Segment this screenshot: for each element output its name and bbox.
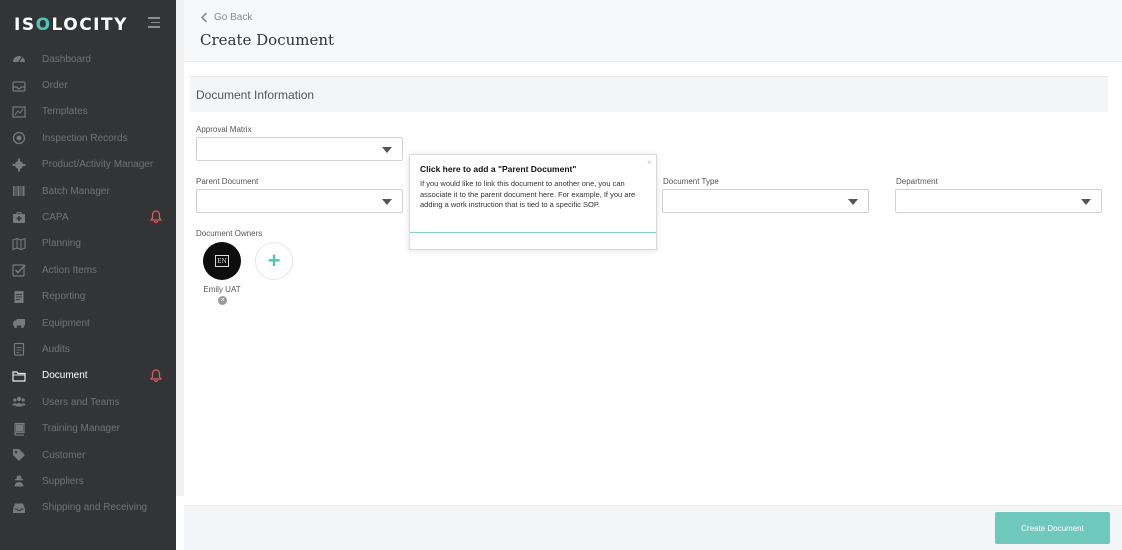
sidebar-item-equipment[interactable]: Equipment (0, 310, 176, 336)
sidebar-item-label: Customer (42, 449, 86, 461)
sidebar-item-label: Dashboard (42, 53, 91, 65)
sidebar-item-document[interactable]: Document (0, 363, 176, 389)
bell-alert-icon[interactable] (149, 210, 163, 224)
barcode-icon (12, 184, 26, 198)
sidebar-item-label: Batch Manager (42, 185, 110, 197)
sidebar-item-customer[interactable]: Customer (0, 442, 176, 468)
sidebar-item-label: Suppliers (42, 475, 84, 487)
sidebar-item-suppliers[interactable]: Suppliers (0, 468, 176, 494)
sidebar-item-label: CAPA (42, 212, 69, 224)
avatar-initials: EN (215, 255, 229, 267)
close-icon[interactable]: × (647, 158, 652, 167)
map-icon (12, 237, 26, 251)
sidebar: ISOLOCITY Dashboard Order Templates Insp… (0, 0, 176, 550)
approval-matrix-select[interactable] (196, 137, 403, 161)
report-icon (12, 290, 26, 304)
brand-logo[interactable]: ISOLOCITY (14, 13, 128, 37)
sidebar-item-label: Users and Teams (42, 396, 120, 408)
sidebar-scrollbar[interactable] (176, 0, 184, 496)
go-back-label: Go Back (214, 12, 253, 23)
create-document-button[interactable]: Create Document (995, 512, 1110, 544)
page-header: Go Back Create Document (184, 0, 1122, 62)
owner-name: Emily UAT (203, 285, 241, 294)
page-footer (184, 505, 1122, 550)
tooltip-body: If you would like to link this document … (420, 179, 636, 209)
caret-down-icon (1081, 199, 1091, 205)
sidebar-item-action-items[interactable]: Action Items (0, 257, 176, 283)
checkbox-icon (12, 263, 26, 277)
parent-document-label: Parent Document (196, 177, 259, 186)
tray-icon (12, 501, 26, 515)
plus-icon: + (267, 248, 281, 273)
sidebar-item-label: Action Items (42, 264, 98, 276)
sidebar-item-templates[interactable]: Templates (0, 99, 176, 125)
parent-document-select[interactable] (196, 189, 403, 213)
inbox-icon (12, 79, 26, 93)
sidebar-item-label: Reporting (42, 291, 86, 303)
dashboard-icon (12, 52, 26, 66)
sidebar-item-label: Document (42, 370, 88, 382)
menu-toggle-icon[interactable] (148, 17, 160, 29)
sidebar-item-capa[interactable]: CAPA (0, 204, 176, 230)
brand-prefix: IS (14, 15, 36, 35)
folder-icon (12, 369, 26, 383)
sidebar-item-label: Product/Activity Manager (42, 159, 154, 171)
tooltip-title: Click here to add a "Parent Document" (420, 164, 577, 174)
gear-icon (12, 158, 26, 172)
approval-matrix-label: Approval Matrix (196, 125, 252, 134)
sidebar-item-label: Planning (42, 238, 81, 250)
sidebar-item-order[interactable]: Order (0, 72, 176, 98)
section-title: Document Information (196, 88, 315, 102)
sidebar-item-dashboard[interactable]: Dashboard (0, 46, 176, 72)
truck-icon (12, 316, 26, 330)
brand-accent: O (35, 15, 52, 35)
clipboard-icon (12, 342, 26, 357)
add-owner-button[interactable]: + (255, 242, 293, 280)
sidebar-item-batch-manager[interactable]: Batch Manager (0, 178, 176, 204)
sidebar-item-product-activity-manager[interactable]: Product/Activity Manager (0, 152, 176, 178)
sidebar-item-label: Order (42, 80, 68, 92)
chevron-left-icon (200, 12, 208, 23)
sidebar-item-label: Training Manager (42, 423, 121, 435)
sidebar-item-inspection-records[interactable]: Inspection Records (0, 125, 176, 151)
tooltip-divider (410, 232, 656, 233)
brand-suffix: LOCITY (51, 15, 128, 35)
document-type-label: Document Type (663, 177, 719, 186)
sidebar-item-training-manager[interactable]: Training Manager (0, 415, 176, 441)
sidebar-nav: Dashboard Order Templates Inspection Rec… (0, 46, 176, 521)
avatar[interactable]: EN (203, 242, 241, 280)
sidebar-item-shipping-and-receiving[interactable]: Shipping and Receiving (0, 495, 176, 521)
tag-icon (12, 448, 26, 462)
remove-owner-icon[interactable]: × (218, 296, 227, 305)
templates-icon (12, 105, 26, 119)
sidebar-item-label: Audits (42, 343, 70, 355)
sidebar-item-label: Templates (42, 106, 88, 118)
sidebar-item-label: Equipment (42, 317, 90, 329)
sidebar-item-label: Inspection Records (42, 132, 128, 144)
first-aid-icon (12, 211, 26, 225)
caret-down-icon (382, 147, 392, 153)
target-icon (12, 131, 26, 145)
sidebar-item-reporting[interactable]: Reporting (0, 284, 176, 310)
document-type-select[interactable] (662, 189, 869, 213)
department-label: Department (896, 177, 938, 186)
sidebar-item-planning[interactable]: Planning (0, 231, 176, 257)
go-back-link[interactable]: Go Back (200, 12, 252, 23)
document-owners-label: Document Owners (196, 229, 263, 238)
supplier-icon (12, 474, 26, 488)
book-icon (12, 422, 26, 436)
users-icon (12, 395, 26, 409)
bell-alert-icon[interactable] (149, 369, 163, 382)
caret-down-icon (848, 199, 858, 205)
section-header: Document Information (190, 76, 1108, 112)
department-select[interactable] (895, 189, 1102, 213)
sidebar-item-label: Shipping and Receiving (42, 502, 148, 514)
page-title: Create Document (200, 31, 335, 49)
sidebar-item-users-and-teams[interactable]: Users and Teams (0, 389, 176, 415)
caret-down-icon (382, 199, 392, 205)
parent-document-tooltip: Click here to add a "Parent Document" If… (409, 154, 657, 250)
sidebar-item-audits[interactable]: Audits (0, 336, 176, 362)
